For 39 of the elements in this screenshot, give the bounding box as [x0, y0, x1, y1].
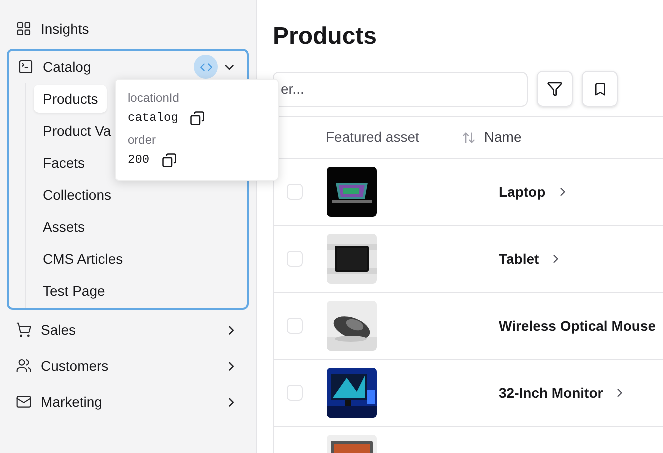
nav-label[interactable]: Sales: [41, 320, 76, 340]
field-label: order: [128, 132, 158, 148]
terminal-icon: [18, 59, 34, 75]
nav-item[interactable]: Test Page: [34, 277, 114, 305]
nav-item[interactable]: Facets: [34, 149, 94, 177]
nav-label[interactable]: Customers: [41, 356, 109, 376]
nav-label[interactable]: Marketing: [41, 392, 102, 412]
nav-item[interactable]: Assets: [34, 213, 94, 241]
nav-item[interactable]: Collections: [34, 181, 120, 209]
filter-button[interactable]: [537, 71, 573, 107]
column-header[interactable]: Name: [484, 127, 522, 148]
row-checkbox[interactable]: [287, 385, 303, 401]
grid-icon: [16, 21, 32, 37]
mail-icon: [16, 394, 32, 410]
bookmark-icon: [592, 82, 608, 96]
nav-label[interactable]: Catalog: [43, 56, 92, 78]
product-name[interactable]: Wireless Optical Mouse: [499, 316, 656, 336]
field-value: 200: [128, 152, 150, 168]
nav-item[interactable]: Products: [34, 85, 108, 113]
nav-item[interactable]: CMS Articles: [34, 245, 132, 273]
page-title: Products: [273, 22, 378, 52]
product-name[interactable]: Laptop: [499, 182, 546, 202]
row-checkbox[interactable]: [287, 318, 303, 334]
column-header: Featured asset: [326, 128, 420, 147]
nav-label[interactable]: Insights: [41, 18, 90, 40]
copy-icon[interactable]: [190, 110, 206, 126]
copy-icon[interactable]: [162, 152, 177, 168]
field-label: locationId: [128, 90, 180, 106]
row-checkbox[interactable]: [287, 184, 303, 200]
sort-icon[interactable]: [462, 130, 476, 144]
row-checkbox[interactable]: [287, 251, 303, 267]
filter-icon: [547, 81, 563, 97]
product-name[interactable]: 32-Inch Monitor: [499, 382, 604, 404]
bookmark-button[interactable]: [582, 71, 618, 107]
field-value: catalog: [128, 110, 178, 126]
people-icon: [16, 358, 32, 374]
search-field[interactable]: er...: [273, 72, 528, 106]
cart-icon: [16, 322, 32, 338]
product-name[interactable]: Tablet: [499, 248, 540, 270]
